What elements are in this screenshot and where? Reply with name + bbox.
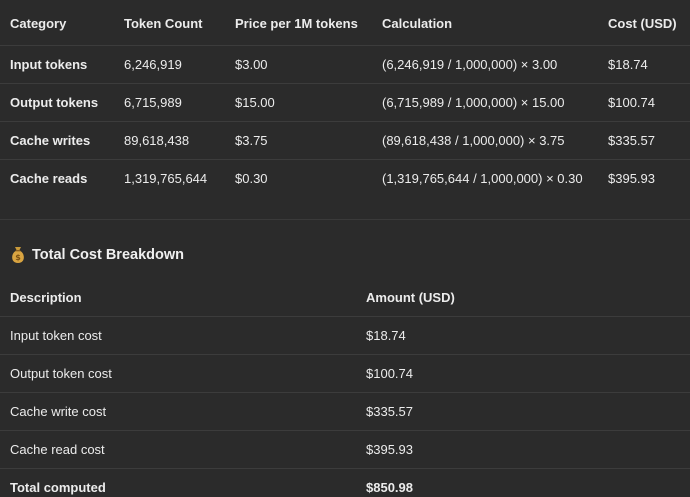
cost-cell: $100.74 [608,95,655,110]
token-count-cell: 89,618,438 [124,133,190,148]
table-header-row: Description Amount (USD) [0,279,690,317]
table-row: Cache reads 1,319,765,644 $0.30 (1,319,7… [0,160,690,197]
token-count-cell: 6,246,919 [124,57,182,72]
column-header-description: Description [10,290,82,305]
section-heading: $ Total Cost Breakdown [10,243,184,267]
column-header-amount: Amount (USD) [366,290,455,305]
column-header-price: Price per 1M tokens [235,16,358,31]
amount-cell: $100.74 [366,366,413,381]
token-cost-table: Category Token Count Price per 1M tokens… [0,2,690,197]
description-cell: Cache write cost [10,404,107,419]
amount-cell: $335.57 [366,404,413,419]
column-header-calculation: Calculation [382,16,453,31]
table-row: Cache write cost $335.57 [0,393,690,431]
money-bag-icon: $ [10,246,26,264]
token-count-cell: 1,319,765,644 [124,171,208,186]
category-cell: Output tokens [10,95,99,110]
calculation-cell: (6,715,989 / 1,000,000) × 15.00 [382,95,565,110]
description-cell: Cache read cost [10,442,105,457]
category-cell: Cache reads [10,171,88,186]
cost-cell: $18.74 [608,57,648,72]
price-cell: $3.00 [235,57,268,72]
price-cell: $0.30 [235,171,268,186]
column-header-cost: Cost (USD) [608,16,677,31]
cost-cell: $335.57 [608,133,655,148]
category-cell: Input tokens [10,57,88,72]
calculation-cell: (1,319,765,644 / 1,000,000) × 0.30 [382,171,583,186]
table-row: Input tokens 6,246,919 $3.00 (6,246,919 … [0,46,690,84]
section-divider [0,219,690,220]
description-cell: Input token cost [10,328,102,343]
svg-text:$: $ [15,253,21,262]
description-cell: Output token cost [10,366,112,381]
table-row: Cache read cost $395.93 [0,431,690,469]
category-cell: Cache writes [10,133,91,148]
column-header-token-count: Token Count [124,16,203,31]
table-row: Output token cost $100.74 [0,355,690,393]
calculation-cell: (6,246,919 / 1,000,000) × 3.00 [382,57,558,72]
column-header-category: Category [10,16,67,31]
section-title: Total Cost Breakdown [32,247,184,263]
amount-cell: $18.74 [366,328,406,343]
table-row: Cache writes 89,618,438 $3.75 (89,618,43… [0,122,690,160]
price-cell: $3.75 [235,133,268,148]
total-amount: $850.98 [366,480,413,495]
total-row: Total computed $850.98 [0,469,690,497]
token-count-cell: 6,715,989 [124,95,182,110]
table-row: Input token cost $18.74 [0,317,690,355]
table-row: Output tokens 6,715,989 $15.00 (6,715,98… [0,84,690,122]
calculation-cell: (89,618,438 / 1,000,000) × 3.75 [382,133,565,148]
total-breakdown-table: Description Amount (USD) Input token cos… [0,279,690,497]
amount-cell: $395.93 [366,442,413,457]
cost-cell: $395.93 [608,171,655,186]
table-header-row: Category Token Count Price per 1M tokens… [0,2,690,46]
price-cell: $15.00 [235,95,275,110]
total-label: Total computed [10,480,106,495]
